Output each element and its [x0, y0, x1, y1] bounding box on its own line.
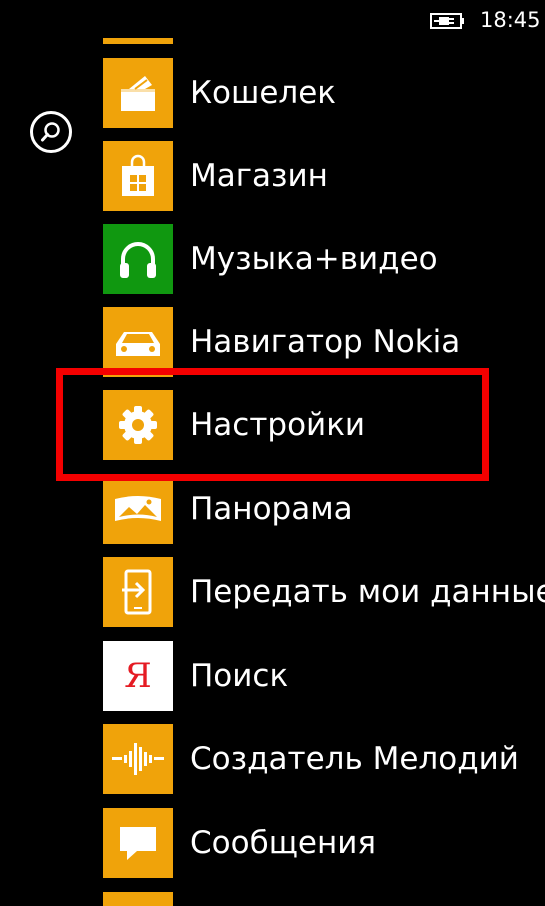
store-icon	[122, 154, 154, 196]
app-item-store[interactable]: Магазин	[103, 141, 545, 211]
app-item-search[interactable]: Я Поиск	[103, 641, 545, 711]
clock: 18:45	[480, 8, 541, 32]
app-tile	[103, 58, 173, 128]
app-label: Магазин	[190, 158, 328, 194]
app-item-music-video[interactable]: Музыка+видео	[103, 224, 545, 294]
app-tile	[103, 224, 173, 294]
yandex-glyph: Я	[124, 656, 152, 696]
app-label: Музыка+видео	[190, 241, 438, 277]
app-item-ringtone-maker[interactable]: Создатель Мелодий	[103, 724, 545, 794]
app-label: Сообщения	[190, 825, 377, 861]
app-item-panorama[interactable]: Панорама	[103, 474, 545, 544]
app-label: Панорама	[190, 491, 353, 527]
panorama-icon	[115, 496, 161, 521]
transfer-phone-icon	[122, 569, 152, 615]
yandex-icon: Я	[103, 641, 173, 711]
app-tile	[103, 557, 173, 627]
app-label: Передать мои данные	[190, 574, 545, 610]
app-item-navigator[interactable]: Навигатор Nokia	[103, 307, 545, 377]
app-label: Создатель Мелодий	[190, 741, 519, 777]
waveform-icon	[112, 743, 164, 775]
app-tile	[103, 474, 173, 544]
app-item-messaging[interactable]: Сообщения	[103, 808, 545, 878]
wallet-icon	[121, 76, 155, 111]
partial-tile-bottom	[103, 892, 173, 906]
headphones-icon	[120, 242, 156, 278]
partial-tile-top	[103, 38, 173, 44]
highlight-box-settings	[56, 368, 489, 481]
app-item-transfer-data[interactable]: Передать мои данные	[103, 557, 545, 627]
app-label: Навигатор Nokia	[190, 324, 461, 360]
app-tile	[103, 724, 173, 794]
app-tile	[103, 307, 173, 377]
app-label: Кошелек	[190, 75, 337, 111]
search-icon	[41, 122, 60, 142]
status-bar: 18:45	[0, 0, 545, 40]
app-tile	[103, 141, 173, 211]
app-item-wallet[interactable]: Кошелек	[103, 58, 545, 128]
search-button[interactable]	[30, 111, 72, 153]
battery-charging-icon	[430, 13, 464, 29]
car-icon	[116, 332, 160, 356]
app-tile	[103, 808, 173, 878]
message-icon	[120, 827, 156, 860]
app-label: Поиск	[190, 658, 289, 694]
